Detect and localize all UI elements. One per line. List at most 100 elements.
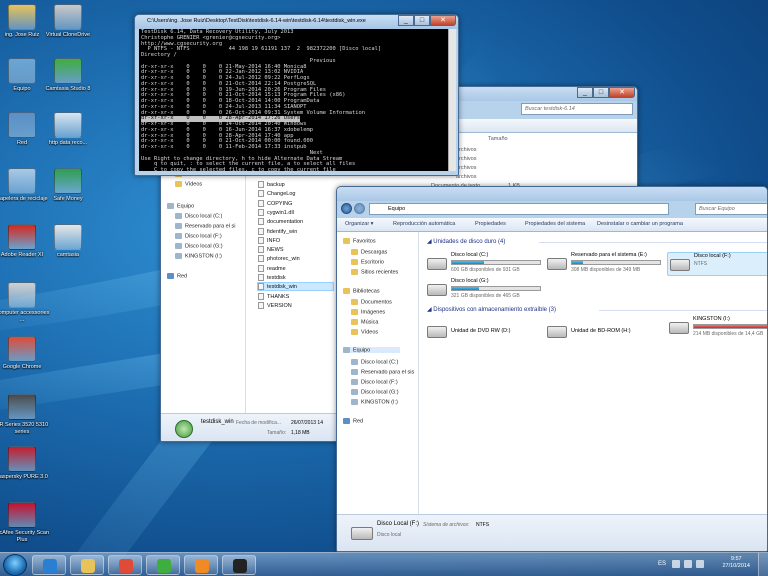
minimize-button[interactable]: _ xyxy=(577,87,593,98)
file-list-item[interactable]: cygwin1.dll xyxy=(258,208,294,216)
tray-volume-icon[interactable] xyxy=(696,560,704,568)
file-list-item[interactable]: documentation xyxy=(258,218,303,226)
nav-item[interactable]: Equipo xyxy=(167,203,194,209)
nav-item[interactable]: Vídeos xyxy=(351,329,378,335)
nav-item[interactable]: Reservado para el sis xyxy=(351,369,414,375)
command-button[interactable]: Reproducción automática xyxy=(393,221,455,227)
file-list-item[interactable]: readme xyxy=(258,264,286,272)
nav-item-label: KINGSTON (I:) xyxy=(361,399,398,406)
title-bar[interactable] xyxy=(337,187,767,201)
drive-item[interactable]: Disco local (G:) 321 GB disponibles de 46… xyxy=(425,278,545,302)
address-breadcrumb[interactable]: Equipo xyxy=(388,206,405,212)
explorer-window-equipo[interactable]: Equipo Buscar Equipo Organizar ▾ Reproduc… xyxy=(336,186,768,552)
minimize-button[interactable]: _ xyxy=(398,15,414,26)
drive-name: Disco local (G:) xyxy=(451,278,489,284)
removable-drive-item[interactable]: KINGSTON (I:) 214 MB disponibles de 14,4 … xyxy=(667,316,767,340)
search-input[interactable]: Buscar testdisk-6.14 xyxy=(521,103,633,115)
desktop-icon-item[interactable]: Kaspersky PURE 3.0 xyxy=(0,446,52,481)
maximize-button[interactable]: □ xyxy=(414,15,430,26)
nav-item[interactable]: Imágenes xyxy=(351,309,385,315)
console-scrollbar[interactable] xyxy=(448,29,456,171)
desktop-icon-item[interactable]: McAfee Security Scan Plus xyxy=(0,502,52,543)
drive-item[interactable]: Disco local (C:) 600 GB disponibles de 93… xyxy=(425,252,545,276)
console-title-bar[interactable]: C:\Users\ing. Jose Ruiz\Desktop\TestDisk… xyxy=(135,15,458,29)
tray-network-icon[interactable] xyxy=(684,560,692,568)
taskbar-button[interactable] xyxy=(70,555,104,575)
details-type: Disco local xyxy=(377,532,402,538)
drive-name: KINGSTON (I:) xyxy=(693,316,730,322)
nav-item[interactable]: Disco local (C:) xyxy=(351,359,398,365)
desktop-icon-item[interactable]: AR Series 3520 5310 series xyxy=(0,394,52,435)
forward-button[interactable] xyxy=(354,203,365,214)
nav-item[interactable]: Vídeos xyxy=(175,181,202,187)
drive-item[interactable]: Disco local (F:) NTFS xyxy=(667,252,767,276)
file-list-item[interactable]: testdisk_win xyxy=(257,282,334,292)
console-output[interactable]: TestDisk 6.14, Data Recovery Utility, Ju… xyxy=(139,29,448,171)
nav-item[interactable]: KINGSTON (I:) xyxy=(175,253,222,259)
show-desktop-button[interactable] xyxy=(758,553,768,576)
nav-item[interactable]: Disco local (F:) xyxy=(351,379,398,385)
nav-item[interactable]: Música xyxy=(351,319,378,325)
testdisk-console-window[interactable]: C:\Users\ing. Jose Ruiz\Desktop\TestDisk… xyxy=(134,14,459,176)
command-button[interactable]: Organizar ▾ xyxy=(345,221,373,227)
file-list-item[interactable]: THANKS xyxy=(258,292,289,300)
desktop-icon-item[interactable]: Safe Money xyxy=(38,168,98,203)
file-list-item[interactable]: photorec_win xyxy=(258,255,300,263)
maximize-button[interactable]: □ xyxy=(593,87,609,98)
command-button[interactable]: Propiedades del sistema xyxy=(525,221,585,227)
search-input[interactable]: Buscar Equipo xyxy=(695,203,767,215)
removable-drive-item[interactable]: Unidad de DVD RW (D:) xyxy=(425,320,545,344)
drive-item[interactable]: Reservado para el sistema (E:) 308 MB dis… xyxy=(545,252,665,276)
file-list-item[interactable]: INFO xyxy=(258,236,280,244)
column-header-size[interactable]: Tamaño xyxy=(488,136,508,142)
file-list-item[interactable]: fidentify_win xyxy=(258,227,297,235)
drives-pane: ◢ Unidades de disco duro (4) Disco local… xyxy=(419,232,767,514)
close-button[interactable]: ✕ xyxy=(430,15,456,26)
section-hard-drives[interactable]: ◢ Unidades de disco duro (4) xyxy=(427,238,505,245)
back-button[interactable] xyxy=(341,203,352,214)
desktop-icon-item[interactable]: Google Chrome xyxy=(0,336,52,371)
desktop-icon-item[interactable]: Computer accessories ... xyxy=(0,282,52,323)
nav-item[interactable]: Red xyxy=(167,273,187,279)
file-list-item[interactable]: testdisk xyxy=(258,274,286,281)
nav-item[interactable]: Equipo xyxy=(343,347,401,354)
nav-item[interactable]: Documentos xyxy=(351,299,392,305)
taskbar-button[interactable] xyxy=(222,555,256,575)
tray-flag-icon[interactable] xyxy=(672,560,680,568)
clock[interactable]: 9:57 27/10/2014 xyxy=(722,556,750,570)
close-button[interactable]: ✕ xyxy=(609,87,635,98)
nav-item[interactable]: Reservado para el si xyxy=(175,223,235,229)
nav-item[interactable]: Escritorio xyxy=(351,259,384,265)
nav-item[interactable]: Disco local (G:) xyxy=(175,243,223,249)
file-list-item[interactable]: COPYING xyxy=(258,199,292,207)
nav-item[interactable]: Red xyxy=(343,418,363,424)
desktop-icon-item[interactable]: Virtual CloneDrive xyxy=(38,4,98,39)
desktop-icon-item[interactable]: camtasia xyxy=(38,224,98,259)
language-indicator[interactable]: ES xyxy=(658,561,666,567)
desktop-icon-item[interactable]: http data reco... xyxy=(38,112,98,147)
taskbar-button[interactable] xyxy=(184,555,218,575)
nav-item[interactable]: Bibliotecas xyxy=(343,288,380,294)
media-player-icon xyxy=(195,559,209,573)
file-list-item[interactable]: NEWS xyxy=(258,246,284,254)
removable-drive-item[interactable]: Unidad de BD-ROM (H:) xyxy=(545,320,665,344)
address-bar[interactable]: Equipo xyxy=(369,203,669,215)
nav-item[interactable]: Disco local (G:) xyxy=(351,389,399,395)
desktop-icon-item[interactable]: Camtasia Studio 8 xyxy=(38,58,98,93)
file-list-item[interactable]: ChangeLog xyxy=(258,190,295,198)
taskbar-button[interactable] xyxy=(146,555,180,575)
nav-item[interactable]: Descargas xyxy=(351,249,387,255)
start-button[interactable] xyxy=(3,554,27,576)
taskbar-button[interactable] xyxy=(108,555,142,575)
command-button[interactable]: Desinstalar o cambiar un programa xyxy=(597,221,683,227)
nav-item[interactable]: Favoritos xyxy=(343,238,376,244)
nav-item[interactable]: Sitios recientes xyxy=(351,269,398,275)
taskbar-button[interactable] xyxy=(32,555,66,575)
nav-item[interactable]: Disco local (C:) xyxy=(175,213,222,219)
nav-item[interactable]: KINGSTON (I:) xyxy=(351,399,398,405)
section-removable[interactable]: ◢ Dispositivos con almacenamiento extraí… xyxy=(427,306,556,313)
file-list-item[interactable]: backup xyxy=(258,181,285,188)
nav-item[interactable]: Disco local (F:) xyxy=(175,233,222,239)
command-button[interactable]: Propiedades xyxy=(475,221,506,227)
file-list-item[interactable]: VERSION xyxy=(258,301,292,309)
